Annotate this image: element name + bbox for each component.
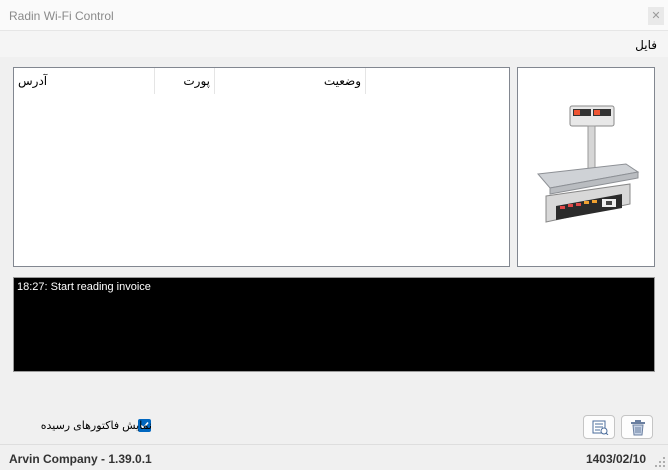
close-button[interactable]: ✕	[648, 7, 664, 25]
trash-icon	[631, 420, 645, 436]
device-image-panel	[517, 67, 655, 267]
scale-device-icon	[537, 105, 640, 223]
status-bar: Arvin Company - 1.39.0.1 1403/02/10	[0, 444, 668, 470]
status-date: 1403/02/10	[585, 452, 646, 466]
log-line: 18:27: Start reading invoice	[17, 281, 151, 293]
log-console[interactable]: 18:27: Start reading invoice	[13, 277, 655, 372]
report-icon	[592, 420, 609, 435]
column-address[interactable]: آدرس	[14, 68, 155, 94]
column-port[interactable]: پورت	[156, 68, 215, 94]
show-received-invoices-label[interactable]: نمایش فاکتورهای رسیده	[41, 419, 152, 432]
report-button[interactable]	[583, 415, 615, 439]
company-version: Arvin Company - 1.39.0.1	[9, 452, 152, 466]
delete-button[interactable]	[621, 415, 653, 439]
menu-bar: فایل	[0, 31, 668, 57]
resize-grip-icon[interactable]	[654, 456, 666, 468]
menu-file[interactable]: فایل	[635, 38, 657, 52]
window-title: Radin Wi-Fi Control	[9, 9, 114, 23]
device-list[interactable]: آدرس پورت وضعیت	[13, 67, 510, 267]
title-bar: Radin Wi-Fi Control ✕	[0, 0, 668, 31]
column-status[interactable]: وضعیت	[216, 68, 366, 94]
close-icon: ✕	[651, 10, 661, 22]
